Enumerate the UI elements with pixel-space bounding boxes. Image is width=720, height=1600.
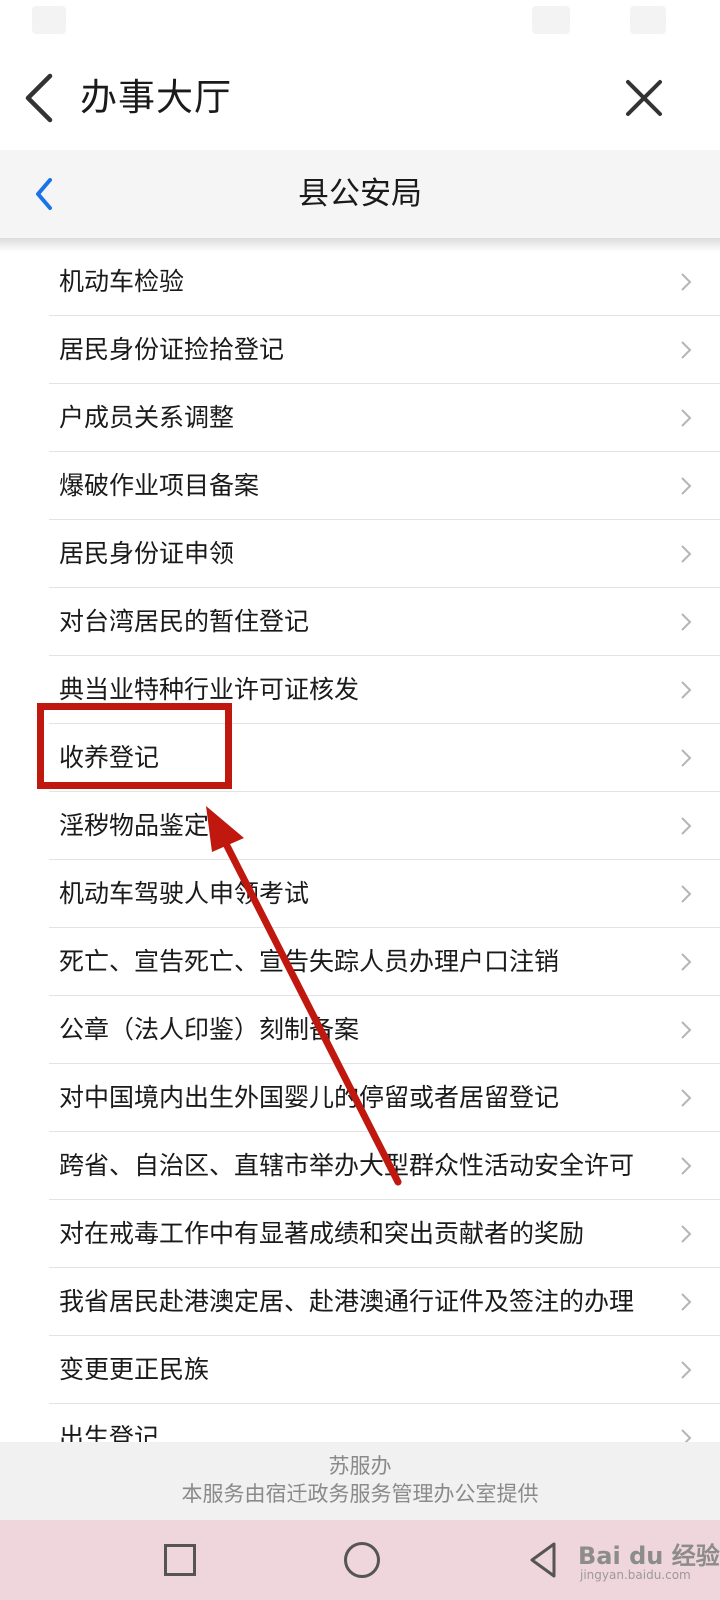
chevron-right-icon [681,409,692,427]
list-item[interactable]: 跨省、自治区、直辖市举办大型群众性活动安全许可 [49,1132,720,1200]
chevron-right-icon [681,545,692,563]
list-item[interactable]: 居民身份证申领 [49,520,720,588]
footer: 苏服办 本服务由宿迁政务服务管理办公室提供 [0,1442,720,1520]
list-item[interactable]: 居民身份证捡拾登记 [49,316,720,384]
list-item-label: 机动车驾驶人申领考试 [59,879,310,908]
footer-provider: 本服务由宿迁政务服务管理办公室提供 [181,1482,539,1506]
list-item-label: 对中国境内出生外国婴儿的停留或者居留登记 [59,1083,560,1112]
list-item-label: 居民身份证捡拾登记 [59,335,285,364]
list-item[interactable]: 变更更正民族 [49,1336,720,1404]
list-item[interactable]: 死亡、宣告死亡、宣告失踪人员办理户口注销 [49,928,720,996]
status-battery [630,6,666,34]
list-item-label: 我省居民赴港澳定居、赴港澳通行证件及签注的办理 [59,1287,635,1316]
status-bar [0,0,720,46]
list-item[interactable]: 对中国境内出生外国婴儿的停留或者居留登记 [49,1064,720,1132]
list-item-label: 变更更正民族 [59,1355,210,1384]
navigation-bar: Bai du 经验 jingyan.baidu.com [0,1520,720,1600]
square-icon[interactable] [164,1544,196,1576]
list-item-label: 死亡、宣告死亡、宣告失踪人员办理户口注销 [59,947,560,976]
list-item[interactable]: 我省居民赴港澳定居、赴港澳通行证件及签注的办理 [49,1268,720,1336]
list-item-label: 对台湾居民的暂住登记 [59,607,310,636]
chevron-right-icon [681,273,692,291]
status-left [32,6,66,34]
footer-brand: 苏服办 [328,1454,392,1478]
chevron-right-icon [681,953,692,971]
sub-header-title: 县公安局 [298,176,422,212]
list-item[interactable]: 淫秽物品鉴定 [49,792,720,860]
list-item[interactable]: 机动车检验 [49,248,720,316]
chevron-right-icon [681,681,692,699]
close-button[interactable] [622,76,666,120]
list-item-label: 公章（法人印鉴）刻制备案 [59,1015,360,1044]
chevron-right-icon [681,1429,692,1442]
top-bar: 办事大厅 [0,46,720,150]
chevron-right-icon [681,749,692,767]
sub-back-button[interactable] [30,174,60,214]
list-item-label: 机动车检验 [59,267,185,296]
chevron-right-icon [681,1293,692,1311]
chevron-right-icon [681,1157,692,1175]
back-arrow-icon [25,73,53,123]
close-icon [626,80,662,116]
status-right [532,6,570,34]
chevron-right-icon [681,1361,692,1379]
service-list: 机动车检验 居民身份证捡拾登记 户成员关系调整 爆破作业项目备案 居民身份证申领… [0,248,720,1442]
list-item-label: 对在戒毒工作中有显著成绩和突出贡献者的奖励 [59,1219,585,1248]
back-button[interactable] [18,72,62,124]
chevron-right-icon [681,1089,692,1107]
chevron-right-icon [681,341,692,359]
chevron-right-icon [681,1225,692,1243]
chevron-right-icon [681,885,692,903]
triangle-back-icon[interactable] [528,1540,558,1580]
list-item-label: 淫秽物品鉴定 [59,811,210,840]
list-item-label: 爆破作业项目备案 [59,471,260,500]
chevron-right-icon [681,477,692,495]
chevron-right-icon [681,613,692,631]
list-item[interactable]: 对在戒毒工作中有显著成绩和突出贡献者的奖励 [49,1200,720,1268]
highlight-box [37,703,232,789]
list-item-label: 出生登记 [59,1423,160,1442]
list-item[interactable]: 户成员关系调整 [49,384,720,452]
list-item[interactable]: 公章（法人印鉴）刻制备案 [49,996,720,1064]
chevron-left-icon [36,178,52,210]
list-item-label: 跨省、自治区、直辖市举办大型群众性活动安全许可 [59,1151,635,1180]
chevron-right-icon [681,817,692,835]
list-item[interactable]: 出生登记 [49,1404,720,1442]
circle-icon[interactable] [344,1542,380,1578]
page-title: 办事大厅 [80,76,232,119]
chevron-right-icon [681,1021,692,1039]
list-item-label: 户成员关系调整 [59,403,235,432]
list-item[interactable]: 机动车驾驶人申领考试 [49,860,720,928]
list-item-label: 居民身份证申领 [59,539,235,568]
list-item[interactable]: 对台湾居民的暂住登记 [49,588,720,656]
list-item[interactable]: 爆破作业项目备案 [49,452,720,520]
watermark-sub: jingyan.baidu.com [580,1568,691,1582]
sub-header: 县公安局 [0,150,720,238]
watermark: Bai du 经验 [578,1542,720,1570]
